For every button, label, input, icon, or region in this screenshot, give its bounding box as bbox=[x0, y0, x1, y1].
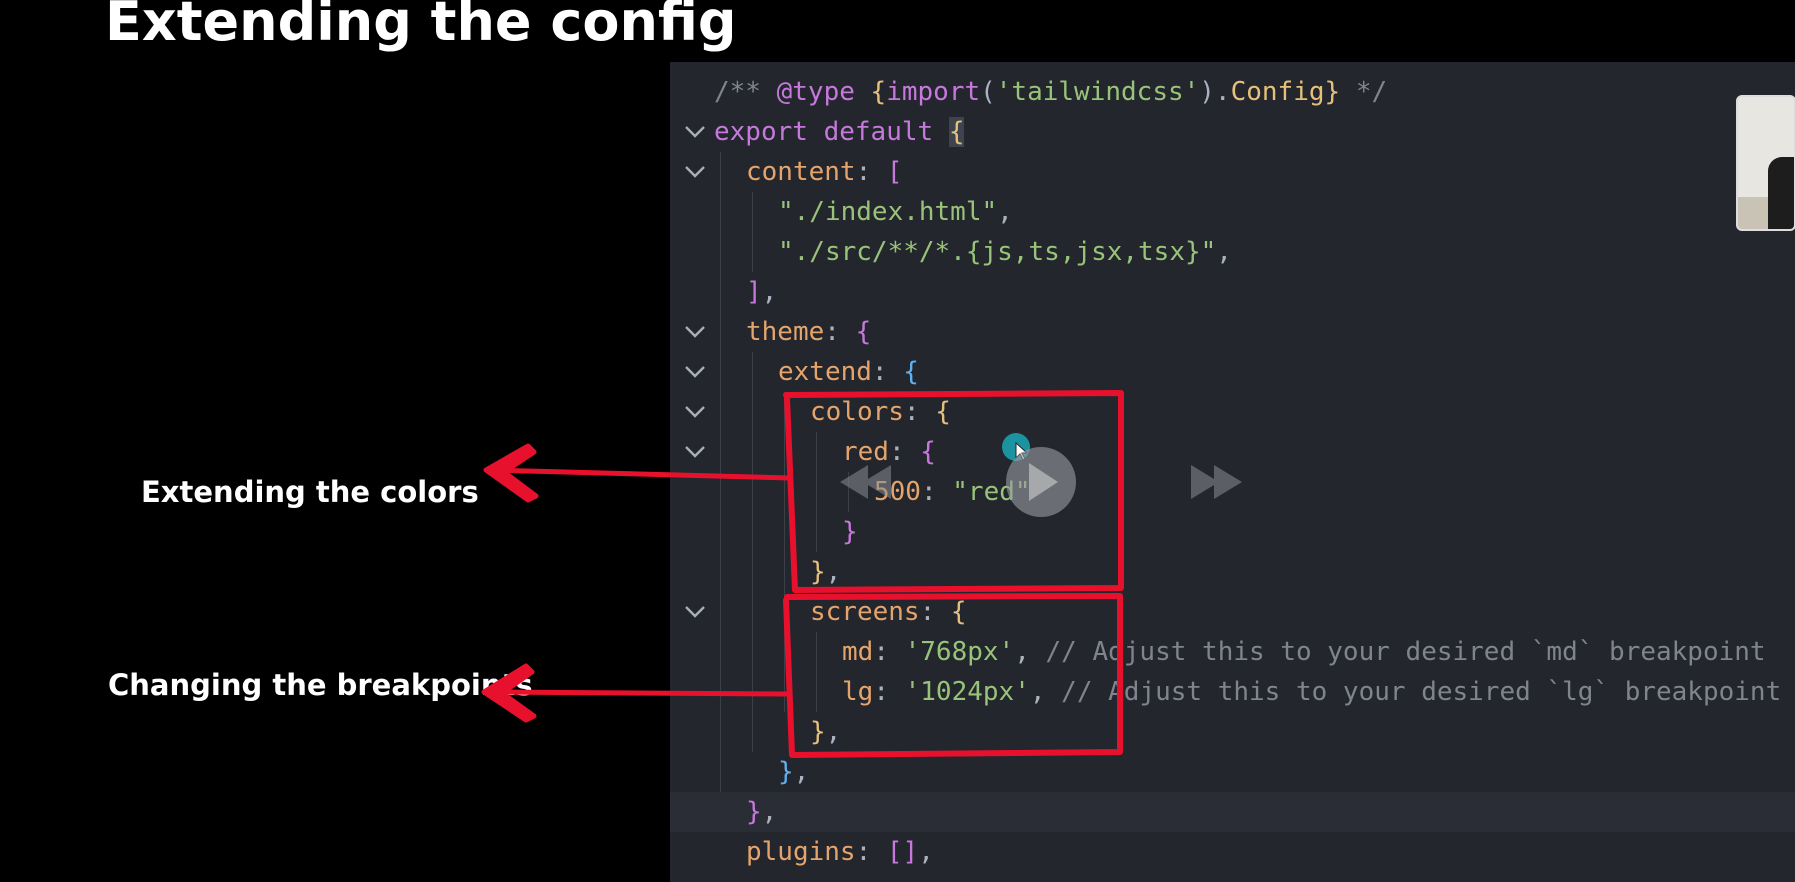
screens-highlight-box bbox=[783, 593, 1123, 758]
rewind-icon bbox=[840, 465, 891, 499]
annotation-overlay bbox=[481, 390, 1242, 758]
play-icon bbox=[1006, 447, 1076, 517]
breakpoints-arrow bbox=[485, 689, 793, 697]
fast-forward-icon bbox=[1191, 465, 1242, 499]
colors-arrow bbox=[487, 467, 793, 481]
